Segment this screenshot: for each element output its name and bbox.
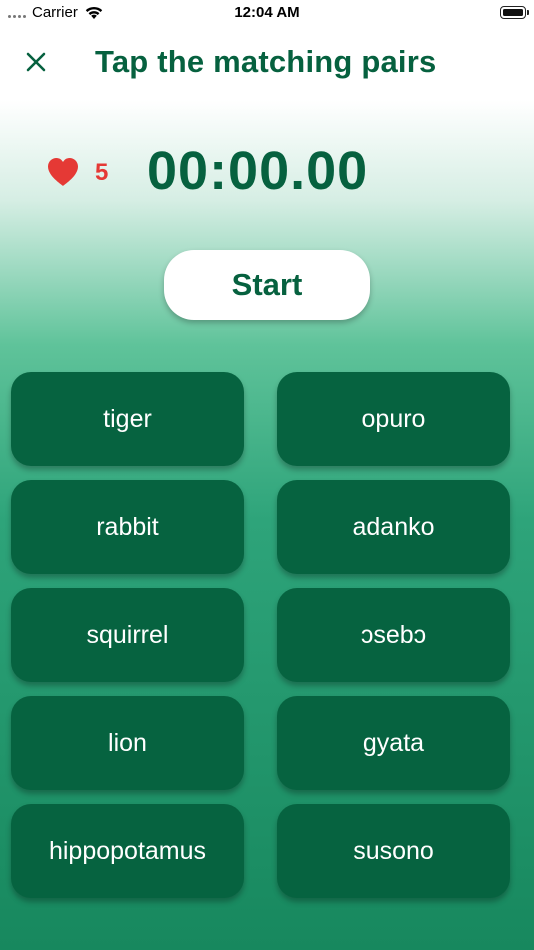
card-left-1[interactable]: tiger [11,372,244,466]
card-left-3[interactable]: squirrel [11,588,244,682]
card-right-5[interactable]: susono [277,804,510,898]
card-right-1[interactable]: opuro [277,372,510,466]
battery-icon [500,6,529,19]
card-right-4[interactable]: gyata [277,696,510,790]
close-button[interactable] [22,48,50,76]
timer-display: 00:00.00 [147,141,369,201]
card-right-3[interactable]: ɔsebɔ [277,588,510,682]
start-button[interactable]: Start [164,250,370,320]
page-title: Tap the matching pairs [95,44,437,79]
card-right-2[interactable]: adanko [277,480,510,574]
card-left-4[interactable]: lion [11,696,244,790]
status-bar: Carrier 12:04 AM [0,0,534,28]
header: Tap the matching pairs [0,28,534,98]
card-left-5[interactable]: hippopotamus [11,804,244,898]
heart-icon [48,158,78,186]
stats-row: 5 00:00.00 [0,140,534,210]
lives-count: 5 [95,159,109,186]
status-time: 12:04 AM [234,4,300,21]
card-left-2[interactable]: rabbit [11,480,244,574]
close-icon [26,52,46,72]
